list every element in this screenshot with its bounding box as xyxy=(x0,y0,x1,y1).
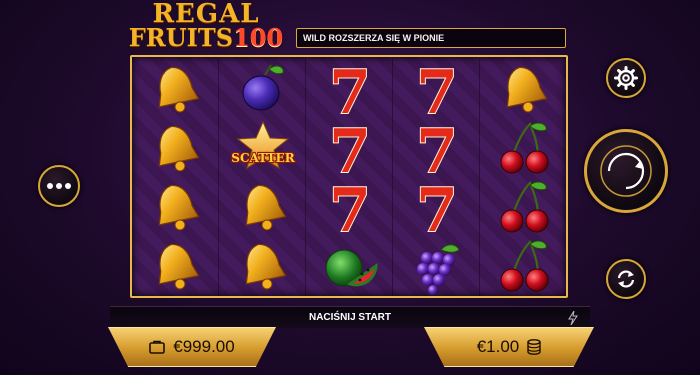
autoplay-icon xyxy=(617,270,635,288)
cherries-symbol xyxy=(492,238,556,294)
spin-button[interactable] xyxy=(584,129,668,213)
seven-symbol: 7 xyxy=(318,116,382,188)
balance-value: €999.00 xyxy=(173,337,235,356)
cherries-symbol xyxy=(492,179,556,235)
coins-icon xyxy=(527,339,541,355)
seven-icon: 7 xyxy=(328,175,372,247)
plum-icon xyxy=(242,64,284,111)
lightning-icon[interactable] xyxy=(568,311,578,325)
bet-selector[interactable]: €1.00 xyxy=(424,327,594,367)
seven-icon: 7 xyxy=(415,57,459,129)
bell-symbol xyxy=(144,120,208,176)
star-icon: SCATTER xyxy=(230,120,297,170)
cherries-icon xyxy=(500,122,549,174)
spin-arrow-icon xyxy=(600,145,652,197)
bell-symbol xyxy=(492,61,556,117)
scatter-label: SCATTER xyxy=(231,151,295,165)
status-bar: NACIŚNIJ START xyxy=(110,306,590,328)
bell-icon xyxy=(158,66,200,113)
bell-icon xyxy=(245,184,287,231)
gear-icon xyxy=(614,66,638,90)
cherries-icon xyxy=(500,181,549,233)
logo-title-line2: FRUITS100 xyxy=(126,26,286,50)
autoplay-button[interactable] xyxy=(606,259,646,299)
bet-value: €1.00 xyxy=(476,337,520,356)
seven-icon: 7 xyxy=(328,57,372,129)
seven-symbol: 7 xyxy=(318,175,382,247)
seven-symbol: 7 xyxy=(318,57,382,129)
reel-1 xyxy=(134,59,219,296)
seven-glyph: 7 xyxy=(329,176,371,246)
reel-3: 7 7 7 xyxy=(308,57,393,296)
seven-symbol: 7 xyxy=(405,175,469,247)
game-logo: REGAL FRUITS100 xyxy=(126,1,286,54)
bell-icon xyxy=(158,243,200,290)
bell-symbol xyxy=(144,61,208,117)
reel-4: 7 7 7 xyxy=(395,57,480,296)
status-message: NACIŚNIJ START xyxy=(308,312,392,323)
grapes-icon xyxy=(417,244,460,295)
grapes-symbol xyxy=(405,238,469,295)
scatter-symbol: SCATTER xyxy=(230,120,297,176)
seven-icon: 7 xyxy=(328,116,372,188)
menu-button[interactable] xyxy=(38,165,80,207)
reels-grid: SCATTER 7 7 7 7 7 7 xyxy=(130,55,568,298)
logo-title-word: FRUITS xyxy=(128,23,234,52)
wallet-icon xyxy=(149,340,166,354)
more-dots-icon xyxy=(47,183,53,189)
bell-symbol xyxy=(144,238,208,294)
bell-icon xyxy=(245,243,287,290)
bell-icon xyxy=(506,66,548,113)
bell-icon xyxy=(158,125,200,172)
logo-title-number: 100 xyxy=(233,23,284,52)
seven-symbol: 7 xyxy=(405,57,469,129)
bell-symbol xyxy=(231,179,295,235)
watermelon-icon xyxy=(325,249,378,287)
cherries-symbol xyxy=(492,120,556,176)
bell-symbol xyxy=(231,238,295,294)
seven-icon: 7 xyxy=(415,175,459,247)
feature-info-bar: WILD ROZSZERZA SIĘ W PIONIE xyxy=(296,28,566,48)
bell-icon xyxy=(158,184,200,231)
balance-display[interactable]: €999.00 xyxy=(108,327,276,367)
settings-button[interactable] xyxy=(606,58,646,98)
cherries-icon xyxy=(500,240,549,292)
seven-symbol: 7 xyxy=(405,116,469,188)
watermelon-symbol xyxy=(318,238,382,294)
plum-symbol xyxy=(231,61,295,117)
reel-5 xyxy=(482,59,567,296)
seven-glyph: 7 xyxy=(416,176,458,246)
seven-icon: 7 xyxy=(415,116,459,188)
reel-2: SCATTER xyxy=(221,59,306,296)
bell-symbol xyxy=(144,179,208,235)
